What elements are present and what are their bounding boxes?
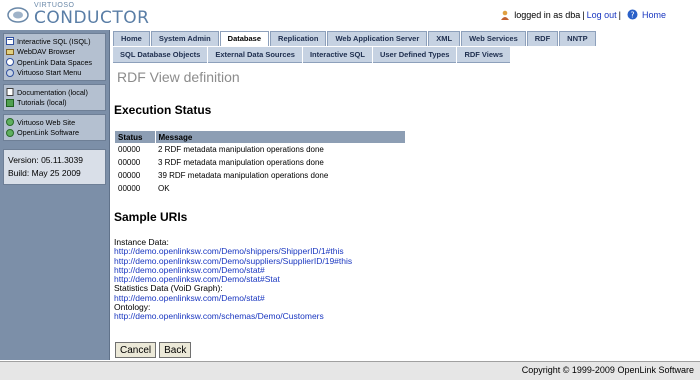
separator: |: [582, 9, 585, 20]
tab-replication[interactable]: Replication: [270, 31, 327, 46]
subtab-rdf-views[interactable]: RDF Views: [457, 47, 512, 63]
status-cell: 00000: [118, 158, 141, 167]
ontology-link[interactable]: http://demo.openlinksw.com/schemas/Demo/…: [114, 312, 352, 322]
sidebar-item-webdav[interactable]: WebDAV Browser: [6, 47, 103, 58]
nav-group-docs: Documentation (local) Tutorials (local): [3, 84, 106, 111]
sidebar-item-documentation[interactable]: Documentation (local): [6, 87, 103, 98]
table-row: 00000 OK: [115, 182, 406, 195]
message-cell: 2 RDF metadata manipulation operations d…: [158, 145, 324, 154]
sidebar-item-virtuoso-web-site[interactable]: Virtuoso Web Site: [6, 117, 103, 128]
separator: |: [618, 9, 621, 20]
logged-in-text: logged in as dba: [514, 9, 581, 20]
sidebar-item-openlink-software[interactable]: OpenLink Software: [6, 128, 103, 139]
tab-rdf[interactable]: RDF: [526, 31, 559, 46]
tab-system-admin[interactable]: System Admin: [150, 31, 219, 46]
header: VIRTUOSO CONDUCTOR logged in as dba | Lo…: [0, 0, 700, 28]
footer: Copyright © 1999-2009 OpenLink Software: [0, 361, 700, 380]
webdav-icon: [6, 48, 14, 55]
subtab-interactive-sql[interactable]: Interactive SQL: [303, 47, 373, 63]
table-header-row: Status Message: [115, 131, 406, 143]
execution-status-heading: Execution Status: [114, 103, 212, 117]
main-tabs: Home System Admin Database Replication W…: [113, 31, 597, 46]
nav-group-tools: Interactive SQL (ISQL) WebDAV Browser Op…: [3, 33, 106, 81]
sample-uris-heading: Sample URIs: [114, 210, 188, 224]
user-area: logged in as dba | Log out | ? Home: [500, 9, 666, 20]
table-row: 00000 3 RDF metadata manipulation operat…: [115, 156, 406, 169]
back-button[interactable]: Back: [159, 342, 192, 358]
copyright-text: Copyright © 1999-2009 OpenLink Software: [521, 365, 694, 375]
sub-tabs: SQL Database Objects External Data Sourc…: [113, 47, 512, 63]
svg-text:?: ?: [630, 11, 634, 20]
table-row: 00000 39 RDF metadata manipulation opera…: [115, 169, 406, 182]
main-content: RDF View definition Execution Status Sta…: [113, 64, 698, 360]
sidebar-item-tutorials[interactable]: Tutorials (local): [6, 98, 103, 109]
tutorials-icon: [6, 98, 14, 107]
build-text: Build: May 25 2009: [8, 168, 81, 178]
sidebar: Interactive SQL (ISQL) WebDAV Browser Op…: [0, 30, 110, 360]
sidebar-item-isql[interactable]: Interactive SQL (ISQL): [6, 36, 103, 47]
cancel-button[interactable]: Cancel: [115, 342, 157, 358]
sample-uris-list: Instance Data: http://demo.openlinksw.co…: [114, 237, 352, 322]
status-cell: 00000: [118, 171, 141, 180]
globe-icon: [6, 118, 14, 127]
home-link[interactable]: Home: [642, 10, 666, 20]
subtab-user-defined-types[interactable]: User Defined Types: [373, 47, 458, 63]
logo-big-text: CONDUCTOR: [34, 8, 150, 28]
button-bar: Cancel Back: [115, 342, 192, 358]
nav-group-links: Virtuoso Web Site OpenLink Software: [3, 114, 106, 141]
subtab-external-data-sources[interactable]: External Data Sources: [208, 47, 303, 63]
version-text: Version: 05.11.3039: [8, 155, 83, 165]
column-header-status: Status: [115, 131, 156, 143]
documentation-icon: [6, 88, 14, 97]
globe-icon: [6, 128, 14, 137]
user-icon: [501, 10, 510, 20]
message-cell: OK: [158, 184, 170, 193]
version-box: Version: 05.11.3039 Build: May 25 2009: [3, 149, 106, 185]
tab-web-application-server[interactable]: Web Application Server: [327, 31, 428, 46]
virtuoso-conductor-logo[interactable]: VIRTUOSO CONDUCTOR: [4, 2, 149, 28]
tab-web-services[interactable]: Web Services: [461, 31, 526, 46]
message-cell: 3 RDF metadata manipulation operations d…: [158, 158, 324, 167]
execution-status-table: Status Message 00000 2 RDF metadata mani…: [115, 131, 406, 195]
tab-database[interactable]: Database: [219, 31, 270, 46]
message-cell: 39 RDF metadata manipulation operations …: [158, 171, 329, 180]
tab-nntp[interactable]: NNTP: [559, 31, 596, 46]
status-cell: 00000: [118, 184, 141, 193]
column-header-message: Message: [155, 131, 406, 143]
sidebar-item-ods[interactable]: OpenLink Data Spaces: [6, 57, 103, 68]
sidebar-item-start-menu[interactable]: Virtuoso Start Menu: [6, 68, 103, 79]
ods-icon: [6, 58, 14, 67]
tab-xml[interactable]: XML: [428, 31, 461, 46]
table-row: 00000 2 RDF metadata manipulation operat…: [115, 143, 406, 156]
isql-icon: [6, 37, 14, 46]
start-menu-icon: [6, 68, 14, 77]
subtab-sql-database-objects[interactable]: SQL Database Objects: [113, 47, 209, 63]
page-title: RDF View definition: [117, 69, 240, 85]
tab-home[interactable]: Home: [113, 31, 150, 46]
status-cell: 00000: [118, 145, 141, 154]
help-icon[interactable]: ?: [627, 9, 638, 20]
logout-link[interactable]: Log out: [587, 10, 617, 20]
logo-mark-icon: [7, 7, 29, 23]
